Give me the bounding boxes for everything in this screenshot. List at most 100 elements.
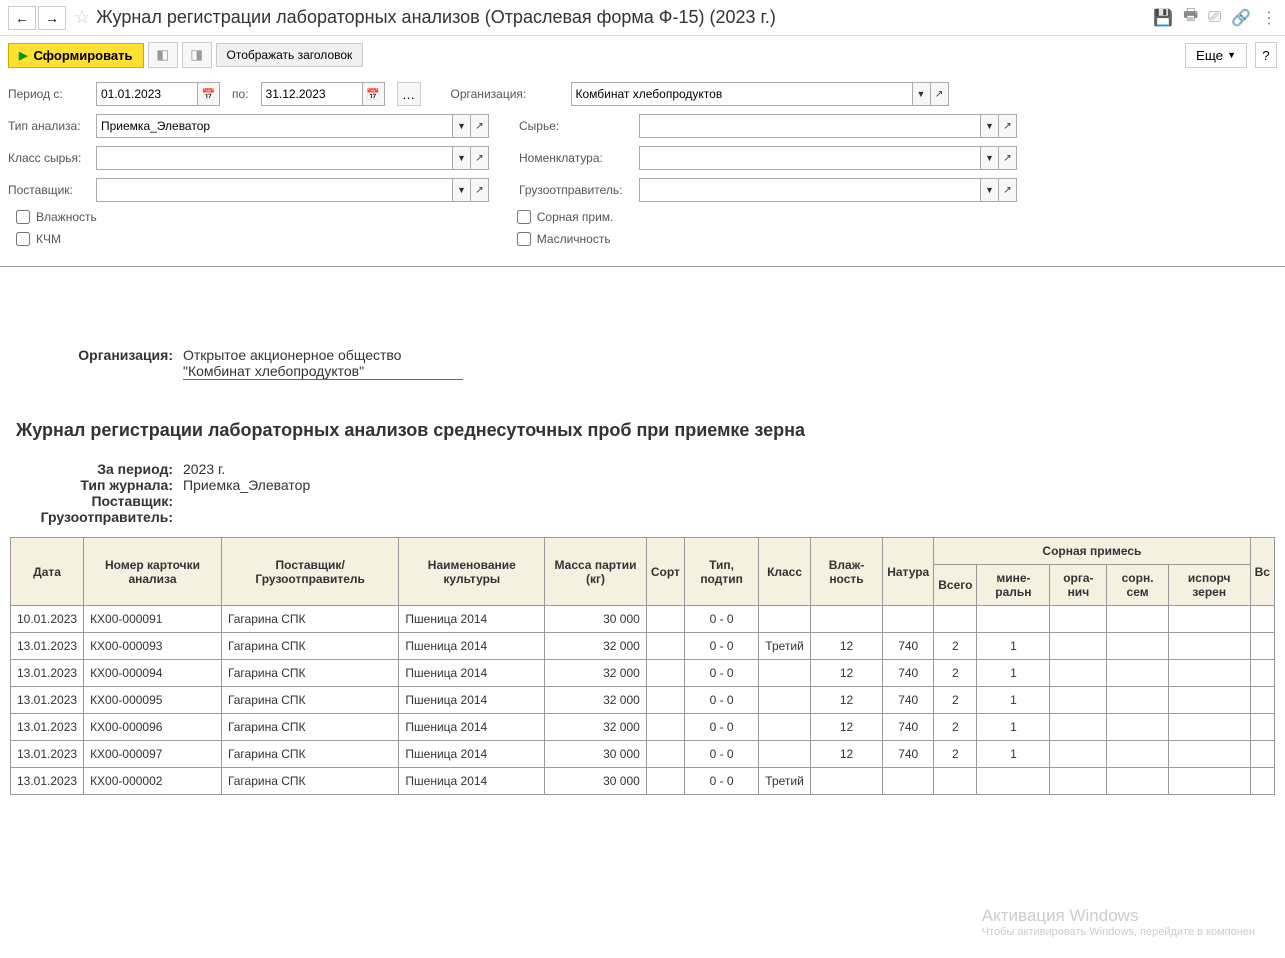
chevron-down-icon[interactable]: ▼	[912, 83, 930, 105]
cell-supplier: Гагарина СПК	[221, 741, 398, 768]
cell-supplier: Гагарина СПК	[221, 714, 398, 741]
more-button[interactable]: Еще ▼	[1185, 43, 1247, 68]
cell-wm: 1	[977, 714, 1050, 741]
cell-wt: 2	[934, 714, 977, 741]
cell-crop: Пшеница 2014	[399, 633, 545, 660]
cell-humidity: 12	[810, 714, 882, 741]
show-header-button[interactable]: Отображать заголовок	[216, 43, 364, 67]
open-icon[interactable]: ↗	[470, 179, 488, 201]
report-title: Журнал регистрации лабораторных анализов…	[16, 420, 1275, 441]
cell-supplier: Гагарина СПК	[221, 606, 398, 633]
type-input[interactable]	[97, 115, 452, 137]
period-picker-button[interactable]: …	[397, 82, 421, 106]
weed-checkbox[interactable]: Сорная прим.	[517, 210, 614, 224]
menu-icon[interactable]: ⋮	[1261, 8, 1277, 28]
period-to-label: по:	[232, 87, 249, 101]
th-humidity: Влаж-ность	[810, 538, 882, 606]
table-row[interactable]: 10.01.2023 КХ00-000091 Гагарина СПК Пшен…	[11, 606, 1275, 633]
th-nature: Натура	[883, 538, 934, 606]
cell-type: 0 - 0	[684, 633, 758, 660]
star-icon[interactable]: ☆	[74, 7, 90, 28]
table-row[interactable]: 13.01.2023 КХ00-000096 Гагарина СПК Пшен…	[11, 714, 1275, 741]
nomen-input[interactable]	[640, 147, 980, 169]
cell-crop: Пшеница 2014	[399, 741, 545, 768]
cell-date: 13.01.2023	[11, 687, 84, 714]
cell-mass: 30 000	[545, 768, 647, 795]
cell-wm: 1	[977, 660, 1050, 687]
link-icon[interactable]: 🔗	[1231, 8, 1251, 28]
table-row[interactable]: 13.01.2023 КХ00-000093 Гагарина СПК Пшен…	[11, 633, 1275, 660]
table-row[interactable]: 13.01.2023 КХ00-000095 Гагарина СПК Пшен…	[11, 687, 1275, 714]
cell-ws	[1107, 660, 1169, 687]
cell-sort	[646, 741, 684, 768]
shipper-input[interactable]	[640, 179, 980, 201]
table-row[interactable]: 13.01.2023 КХ00-000097 Гагарина СПК Пшен…	[11, 741, 1275, 768]
generate-button[interactable]: ▶ Сформировать	[8, 43, 144, 68]
cell-other	[1250, 687, 1274, 714]
cell-type: 0 - 0	[684, 741, 758, 768]
cell-other	[1250, 633, 1274, 660]
org-label: Организация:	[451, 87, 563, 101]
th-other: Вс	[1250, 538, 1274, 606]
chevron-down-icon[interactable]: ▼	[452, 115, 470, 137]
humidity-checkbox[interactable]: Влажность	[16, 210, 97, 224]
supplier-input[interactable]	[97, 179, 452, 201]
cell-crop: Пшеница 2014	[399, 660, 545, 687]
cell-nature: 740	[883, 687, 934, 714]
print-icon[interactable]: 🖶	[1183, 4, 1198, 31]
period-from-input[interactable]	[97, 83, 197, 105]
nav-back-button[interactable]: ←	[8, 6, 36, 30]
cell-supplier: Гагарина СПК	[221, 768, 398, 795]
class-input[interactable]	[97, 147, 452, 169]
chevron-down-icon[interactable]: ▼	[452, 179, 470, 201]
chevron-down-icon[interactable]: ▼	[452, 147, 470, 169]
chevron-down-icon[interactable]: ▼	[980, 179, 998, 201]
org-input[interactable]	[572, 83, 912, 105]
settings-button-2[interactable]: ◨	[182, 42, 212, 68]
cell-type: 0 - 0	[684, 687, 758, 714]
save-icon[interactable]: 💾	[1153, 8, 1173, 28]
calendar-icon[interactable]: 📅	[197, 83, 219, 105]
chevron-down-icon[interactable]: ▼	[980, 147, 998, 169]
table-row[interactable]: 13.01.2023 КХ00-000002 Гагарина СПК Пшен…	[11, 768, 1275, 795]
cell-mass: 32 000	[545, 714, 647, 741]
cell-sort	[646, 633, 684, 660]
weed-checkbox-input[interactable]	[517, 210, 531, 224]
kchm-checkbox-input[interactable]	[16, 232, 30, 246]
chevron-down-icon[interactable]: ▼	[980, 115, 998, 137]
humidity-checkbox-input[interactable]	[16, 210, 30, 224]
cell-nature	[883, 768, 934, 795]
th-weed-mineral: мине-ральн	[977, 565, 1050, 606]
oil-checkbox[interactable]: Масличность	[517, 232, 614, 246]
cell-class	[759, 660, 811, 687]
th-crop: Наименование культуры	[399, 538, 545, 606]
cell-mass: 32 000	[545, 660, 647, 687]
cell-wp	[1168, 660, 1250, 687]
open-icon[interactable]: ↗	[470, 147, 488, 169]
open-icon[interactable]: ↗	[998, 115, 1016, 137]
table-row[interactable]: 13.01.2023 КХ00-000094 Гагарина СПК Пшен…	[11, 660, 1275, 687]
settings-button-1[interactable]: ◧	[148, 42, 178, 68]
zoom-icon[interactable]: ⎚	[1208, 9, 1221, 27]
raw-input[interactable]	[640, 115, 980, 137]
help-button[interactable]: ?	[1255, 42, 1277, 68]
open-icon[interactable]: ↗	[930, 83, 948, 105]
open-icon[interactable]: ↗	[470, 115, 488, 137]
cell-humidity	[810, 606, 882, 633]
oil-checkbox-input[interactable]	[517, 232, 531, 246]
cell-wt	[934, 768, 977, 795]
open-icon[interactable]: ↗	[998, 179, 1016, 201]
page-title: Журнал регистрации лабораторных анализов…	[96, 7, 1153, 28]
calendar-icon[interactable]: 📅	[362, 83, 384, 105]
cell-supplier: Гагарина СПК	[221, 660, 398, 687]
period-to-input[interactable]	[262, 83, 362, 105]
kchm-checkbox[interactable]: КЧМ	[16, 232, 97, 246]
class-label: Класс сырья:	[8, 151, 88, 165]
cell-humidity: 12	[810, 660, 882, 687]
cell-card: КХ00-000097	[84, 741, 222, 768]
cell-crop: Пшеница 2014	[399, 714, 545, 741]
open-icon[interactable]: ↗	[998, 147, 1016, 169]
nav-forward-button[interactable]: →	[38, 6, 66, 30]
header-icons: 💾 🖶 ⎚ 🔗 ⋮	[1153, 4, 1277, 31]
cell-wt: 2	[934, 741, 977, 768]
